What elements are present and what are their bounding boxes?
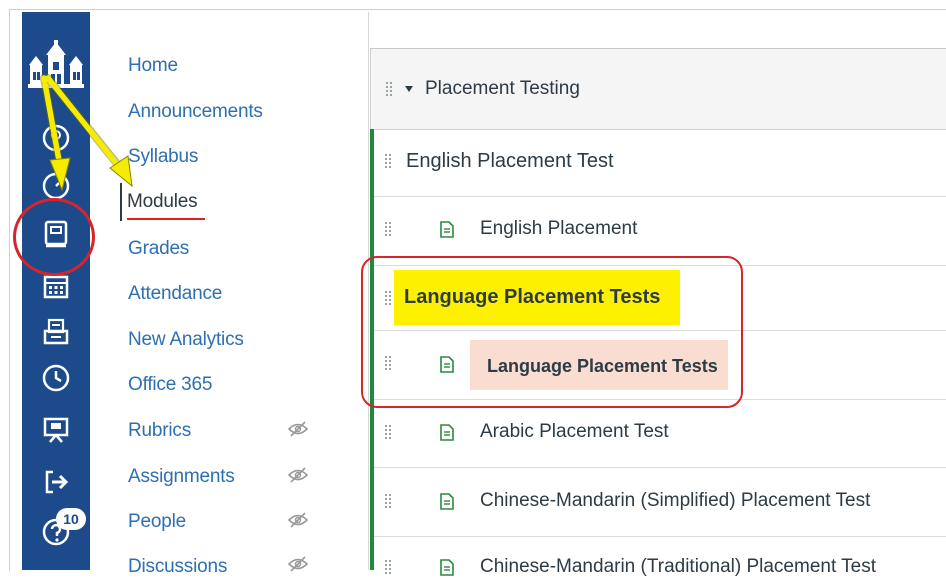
eye-off-icon	[287, 421, 309, 437]
drag-handle-icon[interactable]	[385, 81, 393, 97]
course-nav-new-analytics[interactable]: New Analytics	[128, 329, 244, 351]
notification-badge: 10	[56, 508, 86, 530]
studio-icon[interactable]	[34, 410, 78, 450]
eye-off-icon	[287, 512, 309, 528]
course-nav-discussions[interactable]: Discussions	[128, 556, 227, 578]
page-icon	[440, 559, 454, 576]
active-indicator	[120, 183, 122, 221]
course-nav-people[interactable]: People	[128, 511, 186, 533]
inbox-icon[interactable]	[34, 312, 78, 352]
course-nav-syllabus[interactable]: Syllabus	[128, 146, 198, 168]
course-nav-rubrics[interactable]: Rubrics	[128, 420, 191, 442]
item-title[interactable]: Arabic Placement Test	[480, 421, 669, 443]
course-nav-assignments[interactable]: Assignments	[128, 466, 235, 488]
course-nav-office-365[interactable]: Office 365	[128, 374, 212, 396]
course-nav-home[interactable]: Home	[128, 55, 178, 77]
module-item-page[interactable]: Chinese-Mandarin (Simplified) Placement …	[374, 468, 946, 537]
drag-handle-icon[interactable]	[384, 493, 392, 509]
module-title: Placement Testing	[425, 78, 580, 99]
annotation-underline	[127, 218, 205, 220]
module-item-page[interactable]: Arabic Placement Test	[374, 400, 946, 468]
history-icon[interactable]	[34, 358, 78, 398]
logout-icon[interactable]	[34, 462, 78, 502]
caret-down-icon[interactable]	[405, 86, 413, 92]
drag-handle-icon[interactable]	[384, 221, 392, 237]
drag-handle-icon[interactable]	[384, 153, 392, 169]
item-title[interactable]: Chinese-Mandarin (Simplified) Placement …	[480, 490, 870, 512]
item-title[interactable]: English Placement	[480, 218, 637, 240]
course-nav-modules[interactable]: Modules	[127, 191, 198, 213]
page-icon	[440, 424, 454, 441]
course-nav-grades[interactable]: Grades	[128, 238, 189, 260]
subheader-text: English Placement Test	[406, 150, 614, 172]
page-icon	[440, 493, 454, 510]
eye-off-icon	[287, 467, 309, 483]
item-title[interactable]: Chinese-Mandarin (Traditional) Placement…	[480, 556, 876, 578]
page-icon	[440, 221, 454, 238]
module-header[interactable]: Placement Testing	[370, 48, 946, 130]
annotation-red-box	[361, 256, 743, 408]
module-item-subheader[interactable]: English Placement Test	[374, 129, 946, 197]
drag-handle-icon[interactable]	[384, 424, 392, 440]
course-nav-attendance[interactable]: Attendance	[128, 283, 222, 305]
annotation-red-circle	[13, 198, 95, 276]
account-icon[interactable]	[34, 118, 78, 158]
course-nav-announcements[interactable]: Announcements	[128, 101, 263, 123]
module-item-page[interactable]: Chinese-Mandarin (Traditional) Placement…	[374, 537, 946, 577]
institution-logo-icon[interactable]	[26, 40, 88, 96]
drag-handle-icon[interactable]	[384, 559, 392, 575]
